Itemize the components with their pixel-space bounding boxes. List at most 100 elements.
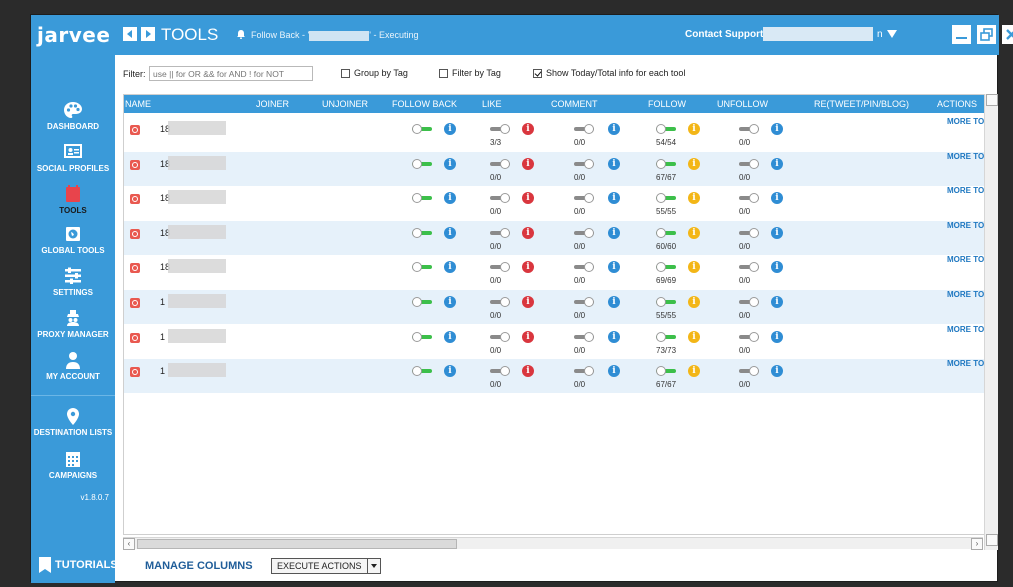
like-toggle[interactable]: [490, 262, 510, 273]
execute-actions-label[interactable]: EXECUTE ACTIONS: [272, 559, 368, 573]
follow-info-icon[interactable]: i: [688, 296, 700, 308]
sidebar-item-my-account[interactable]: MY ACCOUNT: [31, 351, 115, 381]
comment-info-icon[interactable]: i: [608, 123, 620, 135]
group-by-tag-checkbox[interactable]: Group by Tag: [341, 68, 408, 78]
checkbox-box[interactable]: [439, 68, 448, 78]
follow-info-icon[interactable]: i: [688, 365, 700, 378]
filter-by-tag-checkbox[interactable]: Filter by Tag: [439, 68, 501, 78]
comment-toggle[interactable]: [574, 262, 594, 273]
back-arrow-icon[interactable]: [123, 27, 137, 41]
like-info-icon[interactable]: i: [522, 330, 534, 343]
unfollow-info-icon[interactable]: i: [771, 123, 783, 135]
comment-info-icon[interactable]: i: [608, 261, 620, 274]
column-header-unfollow[interactable]: UNFOLLOW: [717, 99, 768, 109]
like-info-icon[interactable]: i: [522, 157, 534, 170]
comment-toggle[interactable]: [574, 124, 594, 134]
like-toggle[interactable]: [490, 124, 510, 134]
unfollow-toggle[interactable]: [739, 366, 759, 377]
comment-info-icon[interactable]: i: [608, 192, 620, 205]
unfollow-info-icon[interactable]: i: [771, 365, 783, 378]
comment-toggle[interactable]: [574, 158, 594, 169]
like-toggle[interactable]: [490, 158, 510, 169]
follow-back-toggle[interactable]: [412, 297, 432, 307]
unfollow-info-icon[interactable]: i: [771, 157, 783, 170]
follow-info-icon[interactable]: i: [688, 192, 700, 205]
follow-back-toggle[interactable]: [412, 331, 432, 342]
manage-columns-button[interactable]: MANAGE COLUMNS: [145, 560, 253, 572]
follow-back-toggle[interactable]: [412, 366, 432, 377]
comment-toggle[interactable]: [574, 227, 594, 238]
follow-back-info-icon[interactable]: i: [444, 192, 456, 205]
column-header-actions[interactable]: ACTIONS: [937, 99, 977, 109]
unfollow-info-icon[interactable]: i: [771, 226, 783, 239]
unfollow-toggle[interactable]: [739, 297, 759, 307]
tutorials-link[interactable]: TUTORIALS: [39, 557, 118, 573]
like-info-icon[interactable]: i: [522, 123, 534, 135]
follow-info-icon[interactable]: i: [688, 261, 700, 274]
comment-info-icon[interactable]: i: [608, 365, 620, 378]
like-info-icon[interactable]: i: [522, 226, 534, 239]
unfollow-toggle[interactable]: [739, 124, 759, 134]
column-header-like[interactable]: LIKE: [482, 99, 502, 109]
follow-toggle[interactable]: [656, 193, 676, 204]
minimize-button[interactable]: [952, 25, 971, 44]
table-row[interactable]: 1 i i 0/0 i 0/0 i 67/67 i 0/0 MORE TOO: [124, 359, 990, 394]
table-row[interactable]: 18 i i 0/0 i 0/0 i 60/60 i 0/0 MORE TOO: [124, 220, 990, 255]
scroll-thumb[interactable]: [137, 539, 457, 549]
follow-back-info-icon[interactable]: i: [444, 261, 456, 274]
checkbox-box-checked[interactable]: [533, 68, 542, 78]
scroll-down-button[interactable]: [986, 534, 998, 546]
unfollow-info-icon[interactable]: i: [771, 330, 783, 343]
scroll-up-button[interactable]: [986, 94, 998, 106]
sidebar-item-campaigns[interactable]: CAMPAIGNS: [31, 450, 115, 480]
column-header-follow[interactable]: FOLLOW: [648, 99, 686, 109]
table-row[interactable]: 18 i i 3/3 i 0/0 i 54/54 i 0/0 MORE TOO: [124, 117, 990, 151]
chevron-down-icon[interactable]: [368, 559, 380, 573]
filter-input[interactable]: [149, 66, 313, 81]
comment-info-icon[interactable]: i: [608, 296, 620, 308]
follow-toggle[interactable]: [656, 227, 676, 238]
table-row[interactable]: 18 i i 0/0 i 0/0 i 55/55 i 0/0 MORE TOO: [124, 186, 990, 220]
scroll-left-button[interactable]: ‹: [123, 538, 135, 550]
comment-toggle[interactable]: [574, 193, 594, 204]
table-row[interactable]: 1 i i 0/0 i 0/0 i 73/73 i 0/0 MORE TOO: [124, 325, 990, 359]
follow-back-info-icon[interactable]: i: [444, 226, 456, 239]
follow-back-info-icon[interactable]: i: [444, 157, 456, 170]
unfollow-info-icon[interactable]: i: [771, 296, 783, 308]
column-header-follow-back[interactable]: FOLLOW BACK: [392, 99, 457, 109]
table-row[interactable]: 1 i i 0/0 i 0/0 i 55/55 i 0/0 MORE TOO: [124, 290, 990, 324]
follow-info-icon[interactable]: i: [688, 330, 700, 343]
sidebar-item-proxy-manager[interactable]: PROXY MANAGER: [31, 309, 115, 339]
sidebar-item-settings[interactable]: SETTINGS: [31, 267, 115, 297]
scroll-right-button[interactable]: ›: [971, 538, 983, 550]
comment-info-icon[interactable]: i: [608, 330, 620, 343]
follow-back-toggle[interactable]: [412, 262, 432, 273]
sidebar-item-social-profiles[interactable]: SOCIAL PROFILES: [31, 143, 115, 173]
close-button[interactable]: [1002, 25, 1013, 44]
follow-toggle[interactable]: [656, 331, 676, 342]
sidebar-item-tools[interactable]: TOOLS: [31, 185, 115, 215]
like-info-icon[interactable]: i: [522, 365, 534, 378]
forward-arrow-icon[interactable]: [141, 27, 155, 41]
column-header-comment[interactable]: COMMENT: [551, 99, 598, 109]
follow-back-info-icon[interactable]: i: [444, 330, 456, 343]
sidebar-item-dashboard[interactable]: DASHBOARD: [31, 101, 115, 131]
table-row[interactable]: 18 i i 0/0 i 0/0 i 67/67 i 0/0 MORE TOO: [124, 151, 990, 186]
follow-info-icon[interactable]: i: [688, 123, 700, 135]
follow-back-info-icon[interactable]: i: [444, 123, 456, 135]
column-header-joiner[interactable]: JOINER: [256, 99, 289, 109]
follow-toggle[interactable]: [656, 366, 676, 377]
chevron-down-icon[interactable]: [887, 30, 897, 38]
sidebar-item-global-tools[interactable]: GLOBAL TOOLS: [31, 225, 115, 255]
table-row[interactable]: 18 i i 0/0 i 0/0 i 69/69 i 0/0 MORE TOO: [124, 255, 990, 289]
horizontal-scrollbar[interactable]: ‹ ›: [123, 537, 983, 550]
like-toggle[interactable]: [490, 227, 510, 238]
follow-info-icon[interactable]: i: [688, 157, 700, 170]
like-info-icon[interactable]: i: [522, 296, 534, 308]
follow-toggle[interactable]: [656, 262, 676, 273]
follow-toggle[interactable]: [656, 297, 676, 307]
follow-back-toggle[interactable]: [412, 227, 432, 238]
column-header-retweet[interactable]: RE(TWEET/PIN/BLOG): [814, 99, 909, 109]
like-info-icon[interactable]: i: [522, 261, 534, 274]
comment-toggle[interactable]: [574, 297, 594, 307]
